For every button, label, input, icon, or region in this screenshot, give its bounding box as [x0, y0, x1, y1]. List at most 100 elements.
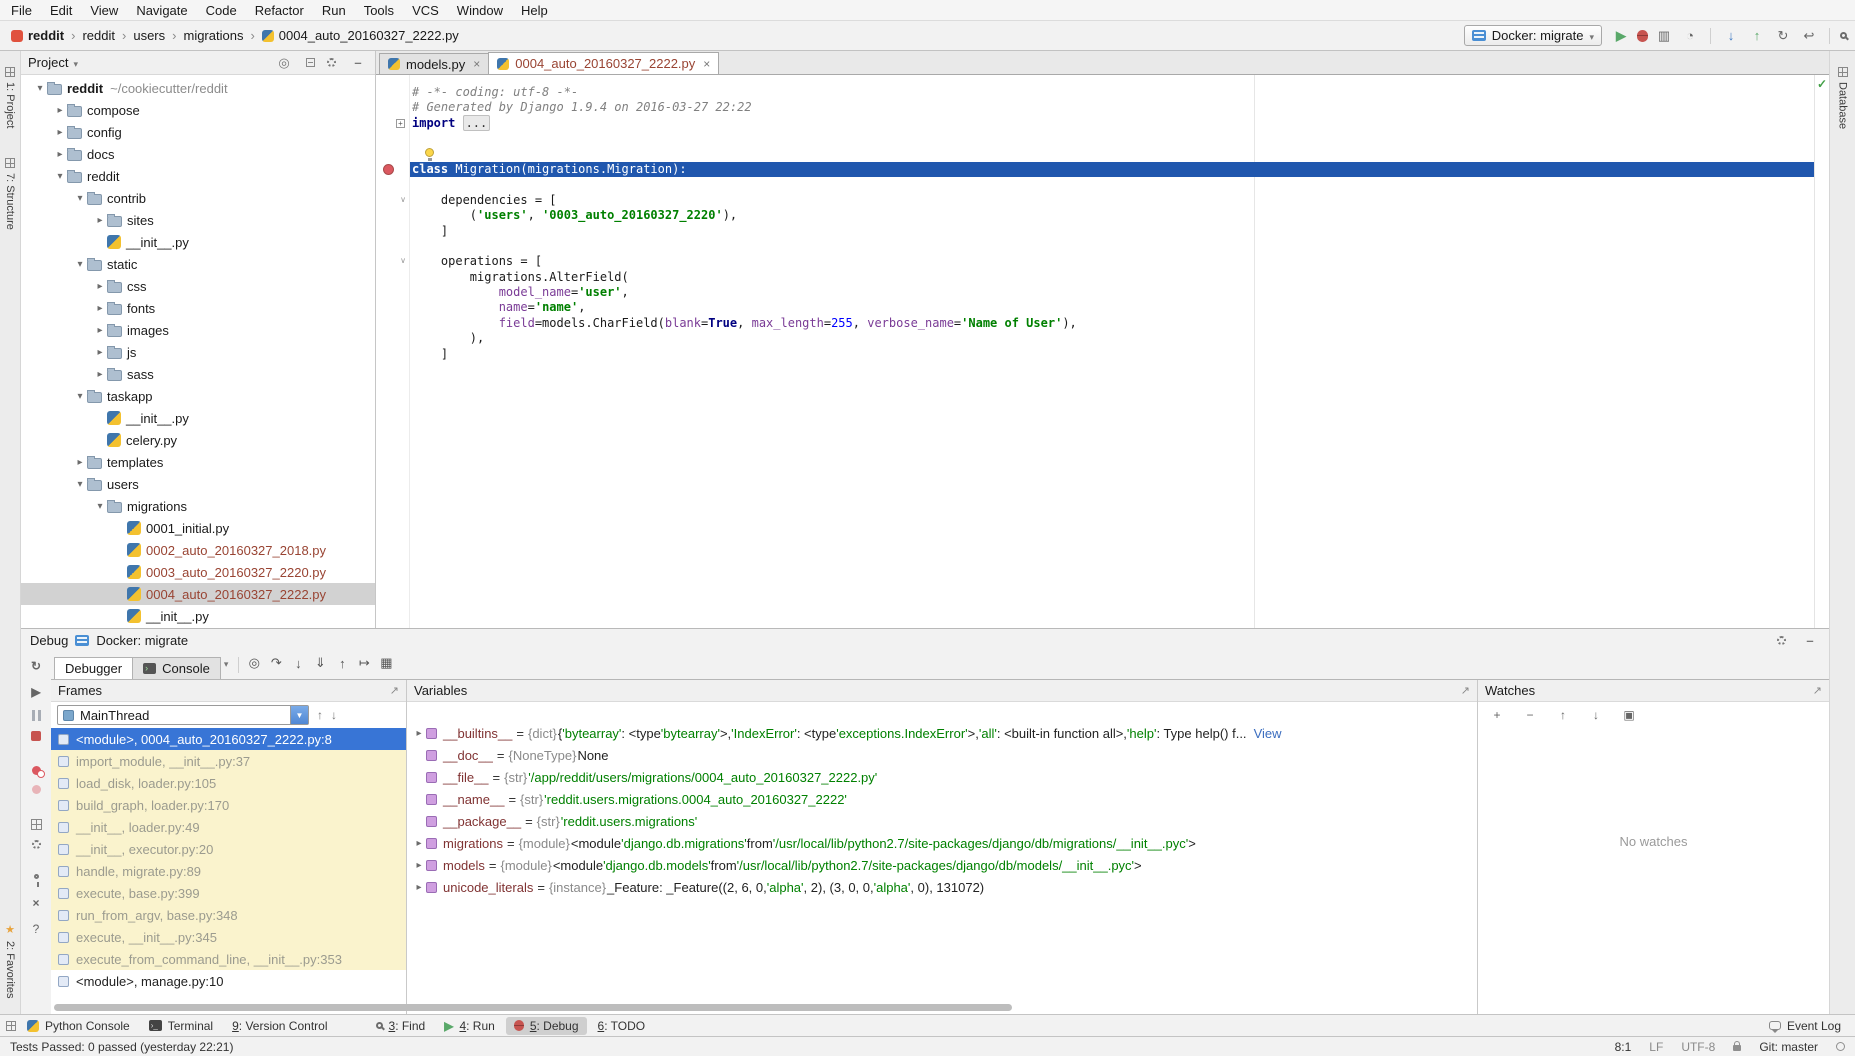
- variable-row-unicode-literals[interactable]: ▸unicode_literals = {instance}_Feature: …: [407, 876, 1477, 898]
- editor-gutter[interactable]: +∨∨: [376, 75, 410, 628]
- notifications-bell-icon[interactable]: [1836, 1042, 1845, 1051]
- locate-button[interactable]: [274, 53, 294, 73]
- line-ending-indicator[interactable]: LF: [1649, 1040, 1663, 1054]
- readonly-lock-icon[interactable]: [1733, 1045, 1741, 1051]
- next-frame-icon[interactable]: [331, 708, 337, 722]
- stack-frame[interactable]: handle, migrate.py:89: [51, 860, 406, 882]
- tree-item-migrations[interactable]: ▾migrations: [21, 495, 375, 517]
- tree-item-css[interactable]: ▸css: [21, 275, 375, 297]
- chevron-down-icon[interactable]: [290, 706, 308, 724]
- view-value-link[interactable]: View: [1254, 726, 1282, 741]
- float-panel-icon[interactable]: [1813, 684, 1822, 697]
- tab-options-icon[interactable]: [224, 659, 229, 670]
- collapse-all-button[interactable]: [306, 58, 315, 67]
- force-step-into-button[interactable]: ⇓: [309, 653, 331, 673]
- chevron-right-icon[interactable]: ▸: [53, 149, 67, 160]
- tab-console[interactable]: Console: [132, 657, 221, 680]
- duplicate-watch-button[interactable]: ▣: [1619, 705, 1639, 725]
- chevron-right-icon[interactable]: ▸: [53, 105, 67, 116]
- step-over-button[interactable]: ↷: [265, 653, 287, 673]
- stack-frame[interactable]: build_graph, loader.py:170: [51, 794, 406, 816]
- stack-frame[interactable]: run_from_argv, base.py:348: [51, 904, 406, 926]
- tree-item-taskapp[interactable]: ▾taskapp: [21, 385, 375, 407]
- encoding-indicator[interactable]: UTF-8: [1681, 1040, 1715, 1054]
- tab-debugger[interactable]: Debugger: [54, 657, 133, 680]
- vcs-compare-button[interactable]: ↻: [1773, 26, 1793, 46]
- pause-button[interactable]: [32, 710, 41, 721]
- chevron-down-icon[interactable]: ▾: [93, 501, 107, 512]
- tree-item-reddit[interactable]: ▾reddit: [21, 165, 375, 187]
- toolwindow-button-run[interactable]: ▶4: Run: [436, 1017, 503, 1035]
- tree-item-celery-py[interactable]: celery.py: [21, 429, 375, 451]
- tree-item-config[interactable]: ▸config: [21, 121, 375, 143]
- add-watch-button[interactable]: +: [1487, 705, 1507, 725]
- settings-button[interactable]: [327, 58, 336, 67]
- stack-frame[interactable]: <module>, 0004_auto_20160327_2222.py:8: [51, 728, 406, 750]
- tool-button-7-structure[interactable]: 7: Structure: [4, 158, 16, 230]
- tree-item-js[interactable]: ▸js: [21, 341, 375, 363]
- chevron-right-icon[interactable]: ▸: [412, 882, 426, 893]
- editor-body[interactable]: +∨∨ # -*- coding: utf-8 -*-# Generated b…: [376, 75, 1829, 628]
- pin-button[interactable]: [34, 874, 39, 879]
- chevron-down-icon[interactable]: ▾: [53, 171, 67, 182]
- run-to-cursor-button[interactable]: ↦: [353, 653, 375, 673]
- tree-item-static[interactable]: ▾static: [21, 253, 375, 275]
- code-editor[interactable]: # -*- coding: utf-8 -*-# Generated by Dj…: [410, 75, 1814, 628]
- variable-row-migrations[interactable]: ▸migrations = {module}<module 'django.db…: [407, 832, 1477, 854]
- menu-help[interactable]: Help: [512, 0, 557, 20]
- settings-button[interactable]: [1777, 636, 1786, 645]
- run-config-select[interactable]: Docker: migrate: [1464, 25, 1602, 46]
- fold-collapse-icon[interactable]: ∨: [400, 194, 406, 206]
- toolwindow-switcher-icon[interactable]: [6, 1021, 16, 1031]
- chevron-right-icon[interactable]: ▸: [412, 728, 426, 739]
- tool-button-2-favorites[interactable]: ★2: Favorites: [4, 923, 16, 998]
- settings-button[interactable]: [32, 840, 41, 849]
- float-panel-icon[interactable]: [1461, 684, 1470, 697]
- chevron-right-icon[interactable]: ▸: [412, 838, 426, 849]
- menu-refactor[interactable]: Refactor: [246, 0, 313, 20]
- menu-file[interactable]: File: [2, 0, 41, 20]
- project-panel-title[interactable]: Project: [28, 55, 68, 70]
- tree-item-compose[interactable]: ▸compose: [21, 99, 375, 121]
- tree-item-contrib[interactable]: ▾contrib: [21, 187, 375, 209]
- resume-button[interactable]: ▶: [28, 684, 44, 700]
- hide-panel-button[interactable]: [1800, 630, 1820, 650]
- tool-button-database[interactable]: Database: [1837, 67, 1849, 129]
- stack-frame[interactable]: <module>, manage.py:10: [51, 970, 406, 992]
- tree-item-templates[interactable]: ▸templates: [21, 451, 375, 473]
- stop-button[interactable]: [31, 731, 41, 741]
- git-branch-indicator[interactable]: Git: master: [1759, 1040, 1818, 1054]
- move-watch-down-button[interactable]: ↓: [1586, 705, 1606, 725]
- step-into-button[interactable]: ↓: [287, 653, 309, 673]
- breadcrumb-item-migrations[interactable]: migrations: [180, 28, 246, 43]
- inspection-stripe[interactable]: ✓: [1814, 75, 1829, 628]
- chevron-right-icon[interactable]: ▸: [53, 127, 67, 138]
- vcs-revert-button[interactable]: ↩: [1799, 26, 1819, 46]
- toolwindow-button-todo[interactable]: 6: TODO: [590, 1017, 654, 1035]
- float-panel-icon[interactable]: [390, 684, 399, 697]
- toolwindow-button-version-control[interactable]: 9: Version Control: [224, 1017, 335, 1035]
- chevron-down-icon[interactable]: ▾: [73, 259, 87, 270]
- intention-bulb-icon[interactable]: [425, 148, 434, 157]
- mute-breakpoints-button[interactable]: [32, 785, 41, 794]
- search-everywhere-button[interactable]: [1840, 32, 1847, 39]
- chevron-down-icon[interactable]: ▾: [33, 83, 47, 94]
- debug-button[interactable]: [1637, 30, 1648, 42]
- breadcrumb-item-0004-auto-20160327-2222-py[interactable]: 0004_auto_20160327_2222.py: [259, 28, 462, 43]
- variable-row-package[interactable]: __package__ = {str}'reddit.users.migrati…: [407, 810, 1477, 832]
- stack-frame[interactable]: __init__, executor.py:20: [51, 838, 406, 860]
- menu-navigate[interactable]: Navigate: [127, 0, 196, 20]
- fold-collapse-icon[interactable]: ∨: [400, 255, 406, 267]
- tree-item-users[interactable]: ▾users: [21, 473, 375, 495]
- profiler-button[interactable]: ◔: [1680, 26, 1700, 46]
- variable-row-file[interactable]: __file__ = {str}'/app/reddit/users/migra…: [407, 766, 1477, 788]
- chevron-right-icon[interactable]: ▸: [412, 860, 426, 871]
- close-icon[interactable]: ×: [703, 57, 710, 71]
- tree-item-0003-auto-20160327-2220-py[interactable]: 0003_auto_20160327_2220.py: [21, 561, 375, 583]
- rerun-button[interactable]: ↻: [28, 658, 44, 674]
- tree-item-init-py[interactable]: __init__.py: [21, 407, 375, 429]
- stack-frame[interactable]: execute, base.py:399: [51, 882, 406, 904]
- chevron-down-icon[interactable]: ▾: [73, 193, 87, 204]
- breadcrumb-item-reddit[interactable]: reddit: [79, 28, 118, 43]
- coverage-button[interactable]: ▥: [1654, 26, 1674, 46]
